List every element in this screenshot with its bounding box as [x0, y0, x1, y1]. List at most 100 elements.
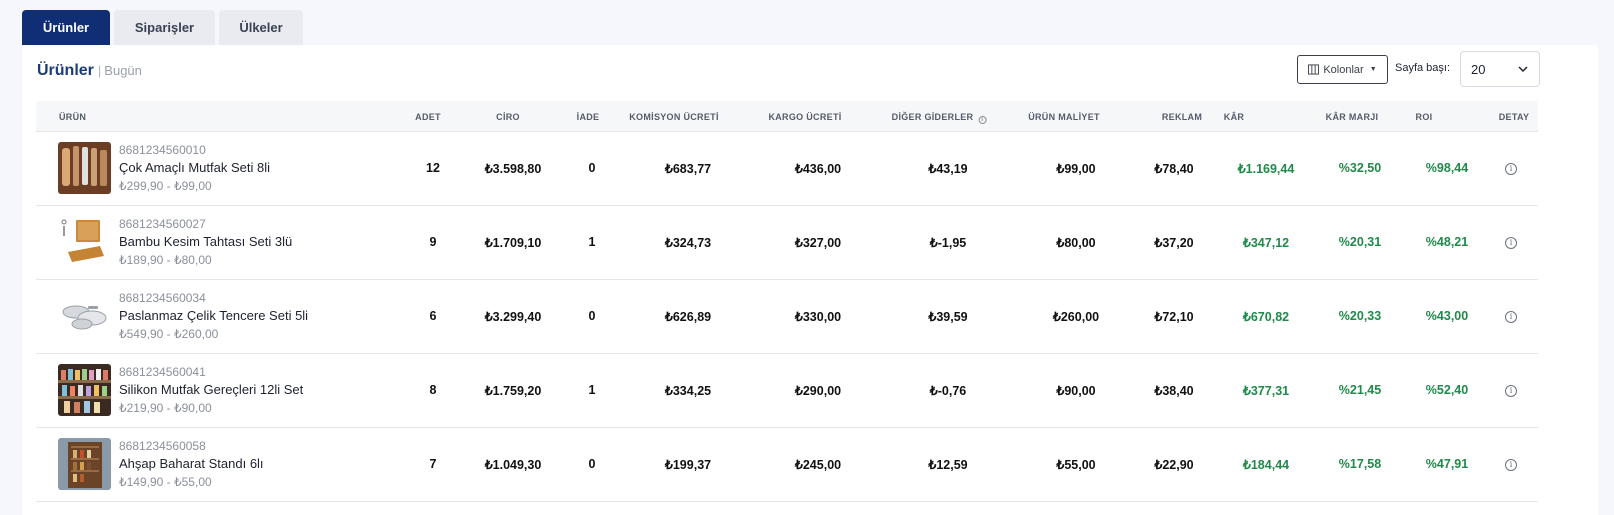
- commission-cell: ₺334,25: [664, 384, 712, 398]
- revenue-cell: ₺1.759,20: [484, 384, 542, 398]
- columns-button[interactable]: Kolonlar ▼: [1297, 55, 1388, 84]
- other-expenses-cell: ₺43,19: [928, 162, 968, 176]
- other-expenses-cell: ₺39,59: [928, 310, 968, 324]
- card-title: Ürünler | Bugün: [37, 62, 142, 80]
- other-expenses-cell: ₺-0,76: [929, 384, 967, 398]
- columns-icon: [1308, 64, 1320, 75]
- shipping-cell: ₺436,00: [794, 162, 842, 176]
- product-cost-cell: ₺55,00: [1056, 458, 1096, 472]
- shipping-cell: ₺327,00: [794, 236, 842, 250]
- returns-cell: 0: [588, 457, 596, 471]
- title-separator: |: [97, 63, 102, 78]
- product-barcode: 8681234560034: [119, 291, 206, 305]
- per-page-select[interactable]: 20: [1460, 51, 1540, 87]
- margin-cell: %20,31: [1338, 235, 1382, 249]
- product-price-range: ₺149,90 - ₺55,00: [119, 475, 212, 489]
- product-cost-cell: ₺80,00: [1056, 236, 1096, 250]
- roi-cell: %98,44: [1425, 161, 1469, 175]
- roi-cell: %47,91: [1425, 457, 1469, 471]
- col-margin[interactable]: KÂR MARJI: [1326, 112, 1379, 122]
- col-ads[interactable]: REKLAM: [1162, 112, 1202, 122]
- detail-info-icon[interactable]: i: [1505, 237, 1517, 249]
- col-commission[interactable]: KOMİSYON ÜCRETİ: [629, 112, 719, 122]
- ads-cell: ₺38,40: [1154, 384, 1194, 398]
- tab-products[interactable]: Ürünler: [22, 10, 110, 45]
- revenue-cell: ₺3.299,40: [484, 310, 542, 324]
- profit-cell: ₺1.169,44: [1237, 162, 1295, 176]
- product-barcode: 8681234560041: [119, 365, 206, 379]
- profit-cell: ₺347,12: [1242, 236, 1290, 250]
- tab-orders[interactable]: Siparişler: [114, 10, 215, 45]
- margin-cell: %20,33: [1338, 309, 1382, 323]
- table-row: 8681234560058 Ahşap Baharat Standı 6lı ₺…: [36, 428, 1538, 502]
- col-roi[interactable]: ROI: [1416, 112, 1433, 122]
- col-shipping[interactable]: KARGO ÜCRETİ: [768, 112, 841, 122]
- commission-cell: ₺199,37: [664, 458, 712, 472]
- qty-cell: 7: [429, 457, 437, 471]
- col-revenue[interactable]: CİRO: [496, 112, 520, 122]
- product-thumbnail: [58, 290, 111, 342]
- columns-button-label: Kolonlar: [1323, 63, 1364, 76]
- profit-cell: ₺670,82: [1242, 310, 1290, 324]
- product-name[interactable]: Paslanmaz Çelik Tencere Seti 5li: [119, 308, 308, 323]
- product-price-range: ₺549,90 - ₺260,00: [119, 327, 219, 341]
- returns-cell: 0: [588, 161, 596, 175]
- info-icon[interactable]: i: [978, 116, 987, 124]
- col-other-expenses[interactable]: DİĞER GİDERLER i: [892, 112, 987, 124]
- product-cost-cell: ₺90,00: [1056, 384, 1096, 398]
- product-name[interactable]: Silikon Mutfak Gereçleri 12li Set: [119, 382, 303, 397]
- table-row: 8681234560041 Silikon Mutfak Gereçleri 1…: [36, 354, 1538, 428]
- col-profit[interactable]: KÂR: [1224, 112, 1244, 122]
- detail-info-icon[interactable]: i: [1505, 163, 1517, 175]
- product-name[interactable]: Çok Amaçlı Mutfak Seti 8li: [119, 160, 270, 175]
- col-returns[interactable]: İADE: [577, 112, 600, 122]
- per-page-label: Sayfa başı:: [1395, 62, 1451, 74]
- date-range-label: Bugün: [104, 63, 142, 78]
- shipping-cell: ₺245,00: [794, 458, 842, 472]
- commission-cell: ₺626,89: [664, 310, 712, 324]
- caret-down-icon: ▼: [1369, 66, 1377, 73]
- product-cost-cell: ₺99,00: [1056, 162, 1096, 176]
- product-name[interactable]: Bambu Kesim Tahtası Seti 3lü: [119, 234, 292, 249]
- product-barcode: 8681234560027: [119, 217, 206, 231]
- shipping-cell: ₺330,00: [794, 310, 842, 324]
- margin-cell: %21,45: [1338, 383, 1382, 397]
- returns-cell: 1: [588, 235, 596, 249]
- returns-cell: 1: [588, 383, 596, 397]
- commission-cell: ₺324,73: [664, 236, 712, 250]
- ads-cell: ₺22,90: [1154, 458, 1194, 472]
- table-row: 8681234560034 Paslanmaz Çelik Tencere Se…: [36, 280, 1538, 354]
- commission-cell: ₺683,77: [664, 162, 712, 176]
- product-barcode: 8681234560058: [119, 439, 206, 453]
- tab-countries[interactable]: Ülkeler: [219, 10, 303, 45]
- roi-cell: %48,21: [1425, 235, 1469, 249]
- product-thumbnail: [58, 364, 111, 416]
- margin-cell: %17,58: [1338, 457, 1382, 471]
- col-product-cost[interactable]: ÜRÜN MALİYET: [1028, 112, 1100, 122]
- ads-cell: ₺78,40: [1154, 162, 1194, 176]
- detail-info-icon[interactable]: i: [1505, 311, 1517, 323]
- product-price-range: ₺299,90 - ₺99,00: [119, 179, 212, 193]
- product-barcode: 8681234560010: [119, 143, 206, 157]
- chevron-down-icon: [1518, 66, 1528, 73]
- product-thumbnail: [58, 216, 111, 268]
- revenue-cell: ₺1.709,10: [484, 236, 542, 250]
- roi-cell: %43,00: [1425, 309, 1469, 323]
- margin-cell: %32,50: [1338, 161, 1382, 175]
- profit-cell: ₺184,44: [1242, 458, 1290, 472]
- detail-info-icon[interactable]: i: [1505, 459, 1517, 471]
- product-thumbnail: [58, 142, 111, 194]
- product-thumbnail: [58, 438, 111, 490]
- table-row: 8681234560010 Çok Amaçlı Mutfak Seti 8li…: [36, 132, 1538, 206]
- detail-info-icon[interactable]: i: [1505, 385, 1517, 397]
- roi-cell: %52,40: [1425, 383, 1469, 397]
- ads-cell: ₺72,10: [1154, 310, 1194, 324]
- qty-cell: 9: [429, 235, 437, 249]
- other-expenses-cell: ₺12,59: [928, 458, 968, 472]
- col-qty[interactable]: ADET: [415, 112, 441, 122]
- revenue-cell: ₺1.049,30: [484, 458, 542, 472]
- product-name[interactable]: Ahşap Baharat Standı 6lı: [119, 456, 264, 471]
- table-row: 8681234560027 Bambu Kesim Tahtası Seti 3…: [36, 206, 1538, 280]
- col-product[interactable]: ÜRÜN: [59, 112, 86, 122]
- revenue-cell: ₺3.598,80: [484, 162, 542, 176]
